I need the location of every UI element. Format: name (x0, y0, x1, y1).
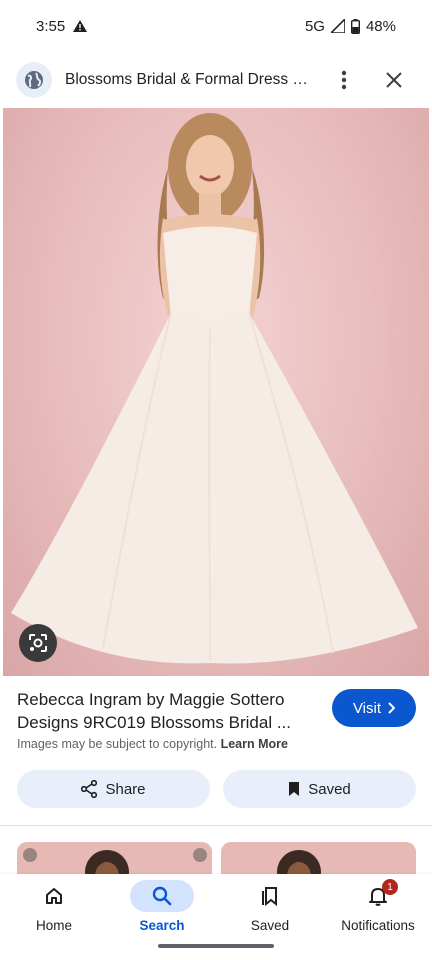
bottom-navigation: Home Search Saved 1 Notifications (0, 874, 432, 960)
more-options-button[interactable] (332, 68, 356, 92)
share-button[interactable]: Share (17, 770, 210, 808)
image-caption[interactable]: Rebecca Ingram by Maggie Sottero Designs… (17, 688, 317, 734)
warning-icon (73, 20, 88, 32)
close-icon (386, 72, 402, 88)
main-image[interactable] (3, 108, 429, 676)
close-icon (23, 848, 37, 862)
share-icon (81, 780, 98, 798)
status-time: 3:55 (36, 17, 66, 35)
visit-label: Visit (352, 699, 382, 717)
globe-icon (25, 71, 43, 89)
network-label: 5G (304, 17, 325, 35)
visit-button[interactable]: Visit (332, 689, 416, 727)
viewer-header: Blossoms Bridal & Formal Dress St... (0, 56, 432, 104)
google-lens-button[interactable] (19, 624, 57, 662)
nav-saved-label: Saved (250, 918, 290, 933)
nav-saved[interactable]: Saved (216, 880, 324, 933)
nav-home-label: Home (35, 918, 72, 933)
saved-label: Saved (308, 780, 351, 798)
section-divider (0, 825, 432, 826)
save-thumbnail-icon[interactable] (193, 848, 207, 862)
status-bar: 3:55 5G 48% (0, 0, 432, 52)
lens-icon (29, 634, 47, 652)
signal-icon (330, 19, 345, 33)
battery-icon (350, 18, 360, 34)
wedding-dress-photo (11, 113, 418, 664)
site-favicon (16, 62, 52, 98)
learn-more-link[interactable]: Learn More (221, 737, 288, 751)
search-icon (152, 886, 172, 906)
home-icon (46, 888, 62, 904)
close-button[interactable] (382, 68, 406, 92)
bookmark-icon (289, 782, 300, 796)
copyright-text: Images may be subject to copyright. (17, 737, 218, 751)
chevron-right-icon (388, 702, 396, 714)
saved-button[interactable]: Saved (223, 770, 416, 808)
nav-notifications-label: Notifications (341, 918, 415, 933)
nav-notifications[interactable]: 1 Notifications (324, 879, 432, 933)
notification-badge: 1 (382, 879, 398, 895)
copyright-notice: Images may be subject to copyright. Lear… (17, 737, 288, 751)
battery-level: 48% (365, 17, 396, 35)
share-label: Share (105, 780, 146, 798)
nav-search[interactable]: Search (108, 880, 216, 933)
nav-home[interactable]: Home (0, 880, 108, 933)
more-vert-icon (341, 70, 347, 90)
gesture-bar[interactable] (158, 944, 274, 948)
site-title[interactable]: Blossoms Bridal & Formal Dress St... (65, 71, 309, 89)
saved-icon (262, 887, 277, 906)
nav-search-label: Search (139, 918, 185, 933)
